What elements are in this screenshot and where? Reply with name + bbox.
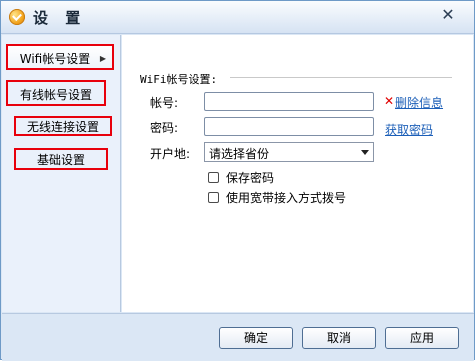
section-divider bbox=[230, 77, 452, 78]
sidebar-item-wireless-connection[interactable]: 无线连接设置 bbox=[14, 116, 112, 136]
sidebar-item-wifi-account[interactable]: Wifi帐号设置 ▶ bbox=[6, 44, 114, 70]
sidebar-item-wired-account[interactable]: 有线帐号设置 bbox=[6, 80, 106, 106]
settings-window: 设 置 ✕ Wifi帐号设置 ▶ 有线帐号设置 无线连接设置 基础设置 WiFi… bbox=[0, 0, 475, 361]
title-bar: 设 置 ✕ bbox=[1, 1, 474, 34]
account-input[interactable] bbox=[204, 92, 374, 111]
sidebar-item-basic-settings[interactable]: 基础设置 bbox=[14, 148, 108, 170]
sidebar: Wifi帐号设置 ▶ 有线帐号设置 无线连接设置 基础设置 bbox=[2, 35, 121, 312]
save-password-label: 保存密码 bbox=[226, 171, 275, 185]
delete-x-icon: ✕ bbox=[384, 94, 395, 108]
app-logo-icon bbox=[9, 9, 25, 25]
region-selected-value: 请选择省份 bbox=[209, 147, 270, 161]
close-button[interactable]: ✕ bbox=[436, 5, 460, 25]
password-input[interactable] bbox=[204, 117, 374, 136]
get-password-link[interactable]: 获取密码 bbox=[385, 121, 433, 138]
save-password-checkbox[interactable] bbox=[208, 172, 219, 183]
arrow-right-icon: ▶ bbox=[99, 54, 106, 63]
chevron-down-icon bbox=[361, 150, 369, 155]
region-select[interactable]: 请选择省份 bbox=[204, 142, 374, 162]
sidebar-item-label: 有线帐号设置 bbox=[19, 88, 92, 102]
region-label: 开户地: bbox=[150, 147, 191, 161]
sidebar-item-label: Wifi帐号设置 bbox=[19, 52, 91, 66]
section-title: WiFi帐号设置: bbox=[140, 73, 218, 86]
account-label: 帐号: bbox=[150, 96, 179, 110]
broadband-dial-checkbox[interactable] bbox=[208, 192, 219, 203]
apply-button[interactable]: 应用 bbox=[385, 327, 459, 349]
sidebar-item-label: 基础设置 bbox=[36, 153, 85, 167]
cancel-button[interactable]: 取消 bbox=[302, 327, 376, 349]
broadband-dial-label: 使用宽带接入方式拨号 bbox=[226, 191, 347, 205]
delete-info-link[interactable]: 删除信息 bbox=[395, 94, 443, 111]
window-title: 设 置 bbox=[33, 9, 87, 27]
ok-button[interactable]: 确定 bbox=[219, 327, 293, 349]
password-label: 密码: bbox=[150, 121, 179, 135]
sidebar-item-label: 无线连接设置 bbox=[26, 120, 99, 134]
button-bar: 确定 取消 应用 bbox=[2, 313, 474, 361]
settings-panel: WiFi帐号设置: 帐号: ✕ 删除信息 密码: 获取密码 开户地: 请选择省份… bbox=[122, 35, 473, 312]
